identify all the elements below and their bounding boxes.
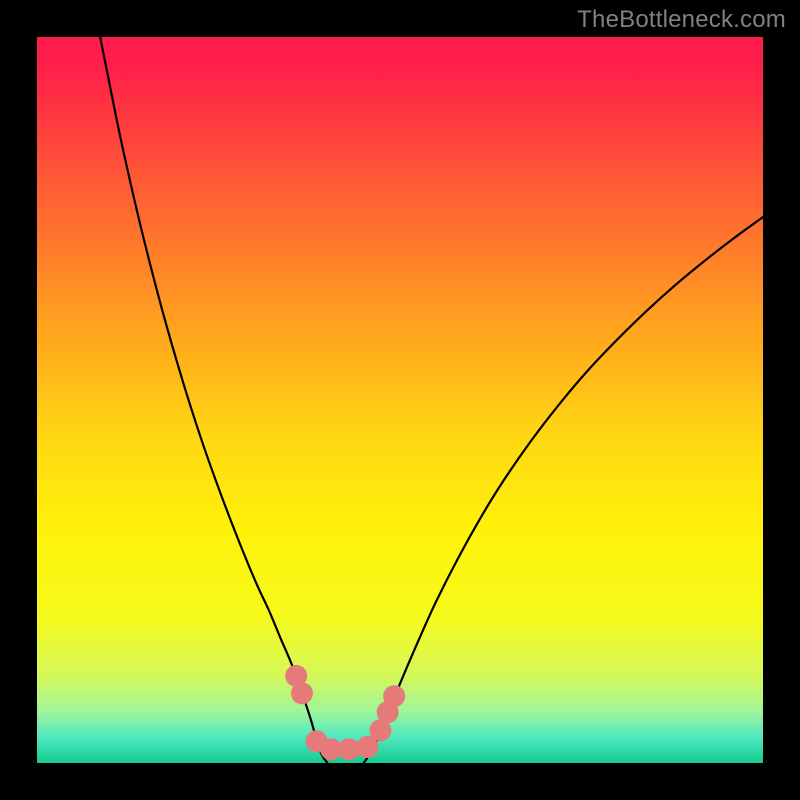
data-marker xyxy=(291,682,313,704)
chart-gradient-bg xyxy=(37,37,763,763)
watermark-text: TheBottleneck.com xyxy=(577,6,786,34)
bottleneck-chart xyxy=(0,0,800,800)
data-marker xyxy=(383,685,405,707)
chart-frame: TheBottleneck.com xyxy=(0,0,800,800)
